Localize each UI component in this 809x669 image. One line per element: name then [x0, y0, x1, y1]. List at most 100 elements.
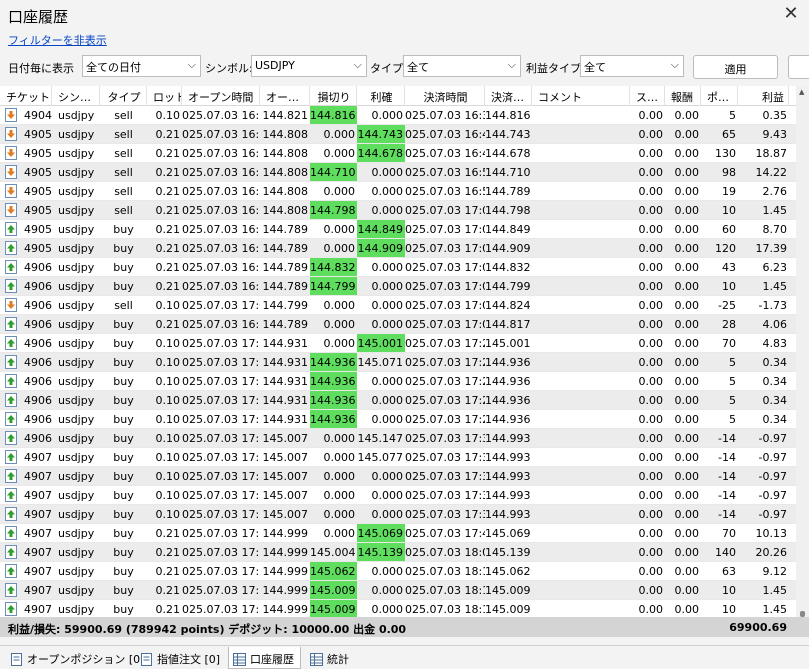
- header-col-lot[interactable]: ロット: [147, 86, 182, 106]
- cell-swap: 0.00: [638, 318, 664, 331]
- cell-lot: 0.21: [155, 280, 181, 293]
- cell-points: 5: [729, 413, 736, 426]
- buy-order-icon: [4, 336, 18, 350]
- table-row[interactable]: 4906usdjpybuy0.21025.07.03 16:59144.7891…: [0, 277, 796, 296]
- cell-open-time: 025.07.03 17:17: [182, 356, 260, 369]
- scroll-up-icon[interactable]: ▲: [799, 88, 804, 96]
- close-button[interactable]: ✕: [781, 3, 801, 24]
- cell-tp: 0.000: [371, 413, 404, 426]
- cell-symbol: usdjpy: [58, 223, 95, 236]
- table-row[interactable]: 4906usdjpybuy0.10025.07.03 17:17144.9311…: [0, 410, 796, 429]
- table-row[interactable]: 4905 usdjpy buy 0.21025.07.03 16:59144.789 0…: [0, 220, 796, 239]
- cell-fee: 0.00: [674, 546, 700, 559]
- type-select[interactable]: 全て ⌵: [403, 55, 521, 77]
- table-row[interactable]: 4905 usdjpy sell 0.21025.07.03 16:35144.808…: [0, 182, 796, 201]
- tab-2[interactable]: 口座履歴: [228, 647, 301, 669]
- cell-swap: 0.00: [638, 584, 664, 597]
- vertical-scrollbar[interactable]: ▲: [796, 86, 809, 617]
- header-col-type[interactable]: タイプ: [100, 86, 147, 106]
- table-row[interactable]: 4904 usdjpy sell 0.10025.07.03 16:16144.821…: [0, 106, 796, 125]
- table-row[interactable]: 4907usdjpybuy0.21025.07.03 17:39144.9991…: [0, 581, 796, 600]
- cell-type: buy: [113, 508, 134, 521]
- table-row[interactable]: 4906usdjpybuy0.10025.07.03 17:17144.9311…: [0, 372, 796, 391]
- cell-symbol: usdjpy: [58, 166, 95, 179]
- tab-0[interactable]: オープンポジション [0]: [6, 647, 150, 669]
- table-row[interactable]: 4907 usdjpy buy 0.10025.07.03 17:36145.007 0…: [0, 486, 796, 505]
- tab-1[interactable]: 指値注文 [0]: [136, 647, 226, 669]
- cell-lot: 0.10: [155, 508, 181, 521]
- header-col-open-time[interactable]: オープン時間: [182, 86, 260, 106]
- cell-swap: 0.00: [638, 565, 664, 578]
- cell-symbol: usdjpy: [58, 299, 95, 312]
- cell-symbol: usdjpy: [58, 375, 95, 388]
- cell-tp: 0.000: [371, 185, 404, 198]
- table-row[interactable]: 4906usdjpybuy0.10025.07.03 17:17144.9311…: [0, 391, 796, 410]
- profit-type-select[interactable]: 全て ⌵: [580, 55, 684, 77]
- header-col-fee[interactable]: 報酬: [665, 86, 701, 106]
- table-row[interactable]: 4907usdjpybuy0.21025.07.03 17:39144.9991…: [0, 562, 796, 581]
- symbol-select[interactable]: USDJPY ⌵: [251, 55, 367, 77]
- cell-points: 140: [715, 546, 736, 559]
- table-row[interactable]: 4905 usdjpy buy 0.21025.07.03 16:59144.789 0…: [0, 239, 796, 258]
- table-row[interactable]: 4905 usdjpy sell 0.21025.07.03 16:35144.808…: [0, 201, 796, 220]
- cell-type: buy: [113, 451, 134, 464]
- cell-profit: 1.45: [762, 204, 788, 217]
- cell-symbol: usdjpy: [58, 128, 95, 141]
- cell-close-price: 144.936: [485, 375, 531, 388]
- cell-symbol: usdjpy: [58, 242, 95, 255]
- table-row[interactable]: 4906 usdjpy sell 0.10025.07.03 17:08144.799…: [0, 296, 796, 315]
- header-col-profit[interactable]: 利益: [738, 86, 789, 106]
- table-row[interactable]: 4906usdjpybuy0.21025.07.03 16:59144.7891…: [0, 258, 796, 277]
- cell-close-time: 025.07.03 17:04: [405, 242, 485, 255]
- header-col-close-time[interactable]: 決済時間: [405, 86, 485, 106]
- cell-close-price: 144.798: [485, 204, 531, 217]
- table-row[interactable]: 4907 usdjpy buy 0.10025.07.03 17:36145.007 0…: [0, 505, 796, 524]
- table-row[interactable]: 4905 usdjpy sell 0.21025.07.03 16:35144.808…: [0, 163, 796, 182]
- apply-button[interactable]: 適用: [693, 55, 778, 79]
- table-row[interactable]: 4907 usdjpy buy 0.21025.07.03 17:39144.999 0…: [0, 524, 796, 543]
- hide-filter-link[interactable]: フィルターを非表示: [8, 32, 107, 48]
- cell-close-price: 145.069: [485, 527, 531, 540]
- cell-sl: 145.009: [310, 581, 357, 599]
- type-label: タイプ:: [370, 62, 407, 75]
- cell-points: 43: [722, 261, 736, 274]
- header-col-points[interactable]: ポ…: [701, 86, 738, 106]
- cell-lot: 0.10: [155, 432, 181, 445]
- tab-3[interactable]: 統計: [306, 647, 355, 669]
- header-col-open-price[interactable]: オー…: [260, 86, 310, 106]
- header-col-comment[interactable]: コメント: [532, 86, 630, 106]
- table-row[interactable]: 4906 usdjpy buy 0.10025.07.03 17:36145.007 0…: [0, 429, 796, 448]
- header-col-close-price[interactable]: 決済…: [485, 86, 532, 106]
- header-col-ticket[interactable]: チケット: [0, 86, 52, 106]
- table-row[interactable]: 4907 usdjpy buy 0.10025.07.03 17:36145.007 0…: [0, 467, 796, 486]
- cell-profit: 0.34: [762, 394, 788, 407]
- table-row[interactable]: 4906 usdjpy buy 0.21025.07.03 16:59144.789 0…: [0, 315, 796, 334]
- totals-summary: 利益/損失: 59900.69 (789942 points) デポジット: 1…: [8, 623, 407, 636]
- cell-lot: 0.10: [155, 356, 181, 369]
- cell-profit: 10.13: [755, 527, 788, 540]
- extra-button[interactable]: [788, 55, 809, 79]
- cell-swap: 0.00: [638, 470, 664, 483]
- table-row[interactable]: 4907 usdjpy buy 0.10025.07.03 17:36145.007 0…: [0, 448, 796, 467]
- table-row[interactable]: 4906usdjpybuy0.10025.07.03 17:17144.9311…: [0, 353, 796, 372]
- table-row[interactable]: 4905 usdjpy sell 0.21025.07.03 16:35144.808…: [0, 125, 796, 144]
- period-select[interactable]: 全ての日付 ⌵: [82, 55, 201, 77]
- cell-open-time: 025.07.03 16:35: [182, 204, 260, 217]
- table-row[interactable]: 4905 usdjpy sell 0.21025.07.03 16:35144.808…: [0, 144, 796, 163]
- header-col-swap[interactable]: ス…: [630, 86, 665, 106]
- cell-fee: 0.00: [674, 584, 700, 597]
- cell-sl: 0.000: [323, 337, 356, 350]
- buy-order-icon: [4, 241, 18, 255]
- cell-close-time: 025.07.03 16:59: [405, 185, 485, 198]
- header-col-symbol[interactable]: シン…: [52, 86, 100, 106]
- table-row[interactable]: 4906 usdjpy buy 0.10025.07.03 17:17144.931 0…: [0, 334, 796, 353]
- table-row[interactable]: 4907usdjpybuy0.21025.07.03 17:39144.9991…: [0, 600, 796, 617]
- cell-symbol: usdjpy: [58, 508, 95, 521]
- cell-close-time: 025.07.03 17:08: [405, 280, 485, 293]
- header-col-tp[interactable]: 利確: [357, 86, 405, 106]
- cell-sl: 144.799: [310, 277, 357, 295]
- header-col-sl[interactable]: 損切り: [310, 86, 357, 106]
- cell-profit: 8.70: [762, 223, 788, 236]
- table-row[interactable]: 4907usdjpybuy0.21025.07.03 17:39144.9991…: [0, 543, 796, 562]
- cell-sl: 0.000: [323, 147, 356, 160]
